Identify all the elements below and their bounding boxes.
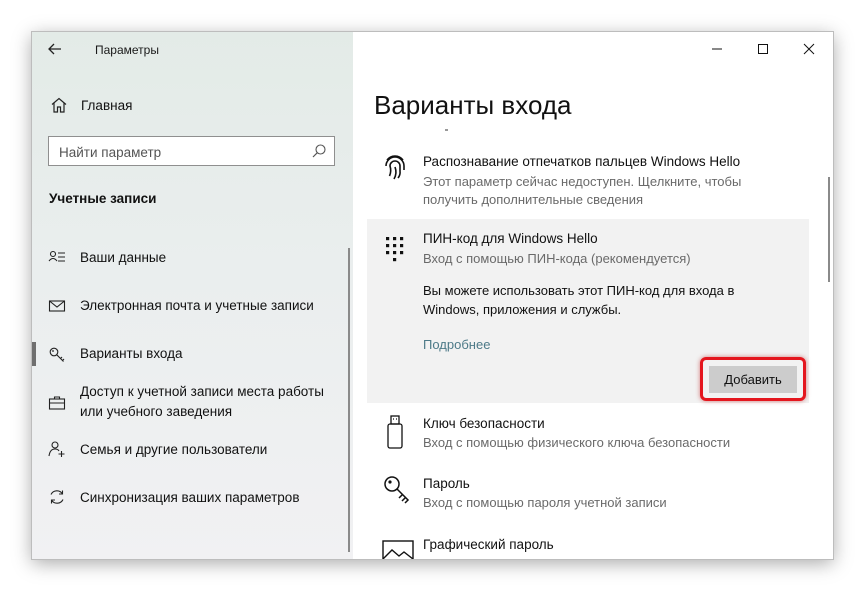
- back-button[interactable]: [43, 39, 67, 59]
- picture-icon: [382, 539, 414, 559]
- key-icon: [48, 345, 66, 363]
- sidebar-item-label: Семья и другие пользователи: [80, 442, 268, 457]
- sidebar-item-family[interactable]: Семья и другие пользователи: [32, 439, 353, 461]
- sidebar-item-your-info[interactable]: Ваши данные: [32, 247, 353, 269]
- sidebar: Параметры Главная Учетные записи: [32, 32, 353, 559]
- option-title: ПИН-код для Windows Hello: [423, 231, 598, 246]
- sidebar-item-label: Ваши данные: [80, 250, 167, 265]
- search-icon[interactable]: [311, 143, 327, 159]
- arrow-left-icon: [48, 43, 61, 55]
- sidebar-item-sync[interactable]: Синхронизация ваших параметров: [32, 487, 353, 509]
- sidebar-scrollbar[interactable]: [348, 248, 350, 552]
- option-description: Этот параметр сейчас недоступен. Щелкнит…: [423, 174, 742, 207]
- app-title: Параметры: [95, 43, 159, 57]
- sidebar-item-home[interactable]: Главная: [32, 92, 353, 120]
- person-add-icon: [48, 440, 66, 458]
- maximize-icon: [758, 44, 768, 54]
- sidebar-item-email[interactable]: Электронная почта и учетные записи: [32, 295, 353, 317]
- keypad-icon: [382, 235, 408, 265]
- home-icon: [50, 96, 68, 114]
- option-pin[interactable]: ПИН-код для Windows Hello Вход с помощью…: [367, 219, 809, 403]
- fingerprint-icon: [382, 152, 408, 182]
- scroll-hint-mark: [445, 129, 448, 131]
- option-title: Ключ безопасности: [423, 416, 545, 431]
- pin-info-text: Вы можете использовать этот ПИН-код для …: [423, 283, 735, 317]
- search-input[interactable]: [57, 142, 301, 162]
- maximize-button[interactable]: [740, 36, 786, 62]
- sidebar-item-label: Синхронизация ваших параметров: [80, 490, 300, 505]
- sync-icon: [48, 488, 66, 506]
- option-security-key[interactable]: Ключ безопасности Вход с помощью физичес…: [367, 408, 809, 460]
- sidebar-item-label: Варианты входа: [80, 346, 183, 361]
- option-description: Вход с помощью ПИН-кода (рекомендуется): [423, 251, 691, 266]
- password-key-icon: [382, 474, 410, 504]
- sidebar-item-sign-in-options[interactable]: Варианты входа: [32, 342, 353, 366]
- minimize-icon: [712, 48, 722, 50]
- sidebar-item-label: Главная: [81, 98, 133, 113]
- option-fingerprint[interactable]: Распознавание отпечатков пальцев Windows…: [367, 144, 809, 212]
- option-password[interactable]: Пароль Вход с помощью пароля учетной зап…: [367, 468, 809, 520]
- main-content: Варианты входа Распознавание отпечатков …: [353, 32, 833, 559]
- search-box: [48, 136, 335, 166]
- option-title: Пароль: [423, 476, 470, 491]
- title-bar: Параметры: [32, 32, 353, 66]
- option-description: Вход с помощью пароля учетной записи: [423, 495, 667, 510]
- page-title: Варианты входа: [374, 90, 572, 120]
- section-title: Учетные записи: [49, 191, 157, 206]
- usb-key-icon: [382, 414, 408, 449]
- main-scrollbar[interactable]: [828, 177, 830, 282]
- learn-more-link[interactable]: Подробнее: [423, 337, 490, 352]
- option-title: Графический пароль: [423, 537, 554, 552]
- sidebar-item-label: Электронная почта и учетные записи: [80, 298, 314, 313]
- option-title: Распознавание отпечатков пальцев Windows…: [423, 154, 741, 169]
- add-pin-button[interactable]: Добавить: [709, 366, 797, 393]
- user-lines-icon: [48, 249, 66, 267]
- option-description: Вход с помощью физического ключа безопас…: [423, 435, 731, 450]
- option-picture-password[interactable]: Графический пароль: [367, 529, 809, 559]
- mail-icon: [48, 297, 66, 315]
- settings-window: Параметры Главная Учетные записи: [32, 32, 833, 559]
- sidebar-item-label: Доступ к учетной записи места работы или…: [80, 384, 324, 419]
- sidebar-item-work-access[interactable]: Доступ к учетной записи места работы или…: [32, 382, 353, 424]
- minimize-button[interactable]: [694, 36, 740, 62]
- briefcase-icon: [48, 394, 66, 412]
- close-icon: [803, 43, 815, 55]
- close-button[interactable]: [786, 36, 832, 62]
